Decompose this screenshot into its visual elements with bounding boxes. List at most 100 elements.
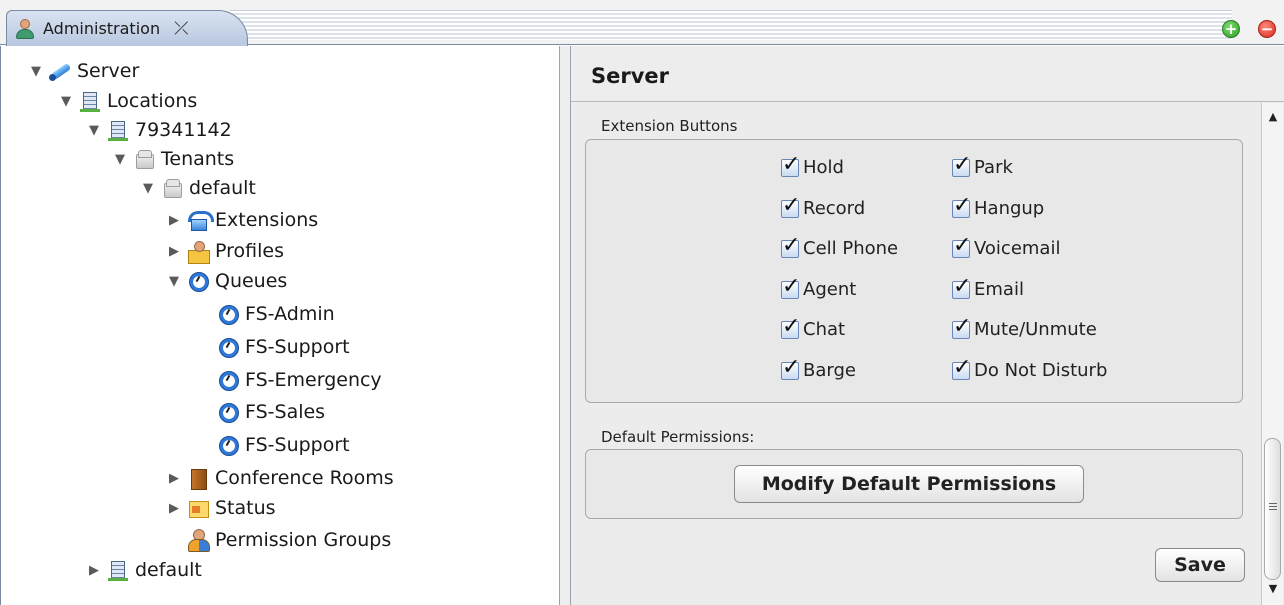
collapse-arrow-icon[interactable]: ▶ <box>167 244 181 259</box>
tree-node-server[interactable]: ▼ Server <box>29 56 139 86</box>
checkbox-cell-phone[interactable]: ✓ Cell Phone <box>781 233 899 259</box>
checkbox-record[interactable]: ✓ Record <box>781 193 866 219</box>
expand-arrow-icon[interactable]: ▼ <box>87 123 101 138</box>
checkbox-hold[interactable]: ✓ Hold <box>781 152 844 178</box>
expand-arrow-icon[interactable]: ▼ <box>113 152 127 167</box>
checkbox-label: Mute/Unmute <box>974 319 1097 340</box>
add-icon[interactable]: + <box>1222 20 1240 38</box>
user-icon <box>15 18 35 40</box>
modify-default-permissions-button[interactable]: Modify Default Permissions <box>734 465 1084 503</box>
checkbox-icon[interactable]: ✓ <box>781 274 800 299</box>
checkbox-label: Cell Phone <box>803 238 899 259</box>
default-permissions-group: Modify Default Permissions <box>585 449 1243 519</box>
remove-icon[interactable]: − <box>1258 20 1276 38</box>
scroll-down-icon[interactable]: ▼ <box>1262 579 1284 599</box>
tab-label: Administration <box>43 19 161 38</box>
tree-node-queue-item[interactable]: ▶ FS-Admin <box>197 299 335 329</box>
vertical-scrollbar[interactable]: ▲ ▼ <box>1261 103 1283 605</box>
tree-node-label: Queues <box>215 270 288 292</box>
tree-node-queue-item[interactable]: ▶ FS-Support <box>197 332 350 362</box>
checkbox-label: Email <box>974 279 1024 300</box>
tree-node-location-79341142[interactable]: ▼ 79341142 <box>87 115 232 145</box>
checkbox-label: Hangup <box>974 198 1045 219</box>
building-icon <box>79 90 101 112</box>
panel-title: Server <box>571 46 1284 102</box>
tab-administration[interactable]: Administration ⤫ <box>6 10 248 46</box>
tree-node-permission-groups[interactable]: ▶ Permission Groups <box>167 525 391 555</box>
checkbox-icon[interactable]: ✓ <box>781 152 800 177</box>
tree-node-tenant-default[interactable]: ▼ default <box>141 173 256 203</box>
navigation-tree: ▼ Server ▼ Locations ▼ 79341142 ▼ Tenant… <box>0 46 559 605</box>
building-icon <box>107 119 129 141</box>
tree-node-queue-item[interactable]: ▶ FS-Sales <box>197 397 325 427</box>
scroll-thumb[interactable] <box>1264 438 1281 580</box>
clock-icon <box>187 270 209 292</box>
save-button[interactable]: Save <box>1155 548 1245 582</box>
checkbox-icon[interactable]: ✓ <box>952 193 971 218</box>
tree-node-label: Locations <box>107 90 198 112</box>
clock-icon <box>217 336 239 358</box>
collapse-arrow-icon[interactable]: ▶ <box>167 501 181 516</box>
scroll-up-icon[interactable]: ▲ <box>1262 107 1284 127</box>
tree-node-tenants[interactable]: ▼ Tenants <box>113 144 234 174</box>
checkbox-mute-unmute[interactable]: ✓ Mute/Unmute <box>952 314 1097 340</box>
checkbox-icon[interactable]: ✓ <box>952 355 971 380</box>
checkbox-voicemail[interactable]: ✓ Voicemail <box>952 233 1061 259</box>
tree-node-label: default <box>135 559 202 581</box>
tree-node-status[interactable]: ▶ Status <box>167 493 276 523</box>
grip-icon <box>1269 503 1277 511</box>
collapse-arrow-icon[interactable]: ▶ <box>167 213 181 228</box>
door-icon <box>187 467 209 490</box>
tree-node-label: Tenants <box>161 148 235 170</box>
collapse-arrow-icon[interactable]: ▶ <box>167 471 181 486</box>
tree-node-locations[interactable]: ▼ Locations <box>59 86 197 116</box>
tree-node-location-default[interactable]: ▶ default <box>87 555 202 585</box>
checkbox-icon[interactable]: ✓ <box>781 355 800 380</box>
checkbox-icon[interactable]: ✓ <box>781 193 800 218</box>
cube-icon <box>161 177 183 199</box>
checkbox-label: Agent <box>803 279 857 300</box>
expand-arrow-icon[interactable]: ▼ <box>141 181 155 196</box>
tree-node-label: Conference Rooms <box>215 467 394 489</box>
cube-icon <box>133 148 155 170</box>
clock-icon <box>217 303 239 325</box>
checkbox-chat[interactable]: ✓ Chat <box>781 314 845 340</box>
tree-node-label: Profiles <box>215 240 284 262</box>
tree-node-label: FS-Emergency <box>245 369 382 391</box>
checkbox-label: Barge <box>803 360 856 381</box>
checkbox-label: Record <box>803 198 866 219</box>
tree-node-label: Permission Groups <box>215 529 392 551</box>
checkbox-icon[interactable]: ✓ <box>952 152 971 177</box>
checkbox-icon[interactable]: ✓ <box>781 314 800 339</box>
collapse-arrow-icon[interactable]: ▶ <box>87 563 101 578</box>
close-icon[interactable]: ⤫ <box>174 18 188 39</box>
checkbox-do-not-disturb[interactable]: ✓ Do Not Disturb <box>952 355 1107 381</box>
checkbox-icon[interactable]: ✓ <box>952 314 971 339</box>
splitter[interactable] <box>559 46 571 605</box>
tree-node-queue-item[interactable]: ▶ FS-Emergency <box>197 365 382 395</box>
tree-node-queues[interactable]: ▼ Queues <box>167 266 287 296</box>
checkbox-agent[interactable]: ✓ Agent <box>781 274 857 300</box>
tree-node-profiles[interactable]: ▶ Profiles <box>167 236 284 266</box>
checkbox-icon[interactable]: ✓ <box>952 233 971 258</box>
extension-buttons-group: ✓ Hold ✓ Record ✓ Cell Phone ✓ Agent ✓ C… <box>585 139 1243 403</box>
checkbox-email[interactable]: ✓ Email <box>952 274 1024 300</box>
tree-node-label: FS-Support <box>245 336 350 358</box>
checkbox-park[interactable]: ✓ Park <box>952 152 1013 178</box>
tree-node-queue-item[interactable]: ▶ FS-Support <box>197 430 350 460</box>
checkbox-label: Hold <box>803 157 844 178</box>
checkbox-hangup[interactable]: ✓ Hangup <box>952 193 1045 219</box>
checkbox-icon[interactable]: ✓ <box>952 274 971 299</box>
expand-arrow-icon[interactable]: ▼ <box>167 274 181 289</box>
extension-buttons-label: Extension Buttons <box>601 117 738 135</box>
checkbox-label: Voicemail <box>974 238 1061 259</box>
tree-node-extensions[interactable]: ▶ Extensions <box>167 205 318 235</box>
expand-arrow-icon[interactable]: ▼ <box>29 64 43 79</box>
expand-arrow-icon[interactable]: ▼ <box>59 94 73 109</box>
profile-folder-icon <box>187 240 210 264</box>
phone-icon <box>187 209 214 231</box>
tree-node-conference-rooms[interactable]: ▶ Conference Rooms <box>167 463 394 493</box>
checkbox-barge[interactable]: ✓ Barge <box>781 355 856 381</box>
checkbox-icon[interactable]: ✓ <box>781 233 800 258</box>
tree-node-label: 79341142 <box>135 119 232 141</box>
